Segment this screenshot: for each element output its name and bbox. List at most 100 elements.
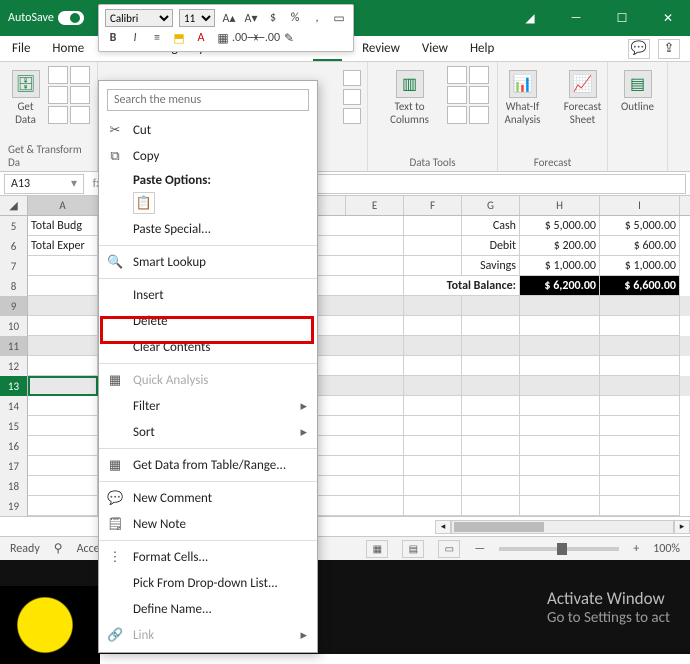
name-box[interactable]: A13▾ xyxy=(4,174,84,194)
row-header[interactable]: 10 xyxy=(0,316,28,336)
menu-pick-from-list[interactable]: Pick From Drop-down List... xyxy=(99,570,317,596)
cell[interactable]: $ 5,000.00 xyxy=(520,216,600,236)
view-page-break-icon[interactable]: ▭ xyxy=(438,540,460,558)
scroll-right-button[interactable]: ▸ xyxy=(674,520,690,534)
menu-sort[interactable]: Sort▸ xyxy=(99,419,317,445)
cell[interactable]: Savings xyxy=(462,256,520,276)
increase-font-icon[interactable]: A▴ xyxy=(221,10,237,26)
get-transform-small-buttons[interactable] xyxy=(48,66,90,130)
paste-icon[interactable]: 📋 xyxy=(133,192,155,214)
cell[interactable] xyxy=(462,496,520,516)
cell[interactable] xyxy=(600,476,680,496)
cell[interactable] xyxy=(404,396,462,416)
menu-new-comment[interactable]: 💬New Comment xyxy=(99,485,317,511)
cell[interactable]: $ 5,000.00 xyxy=(600,216,680,236)
comments-button[interactable]: 💬 xyxy=(628,39,650,59)
font-size-select[interactable]: 11 xyxy=(179,9,215,27)
cell[interactable] xyxy=(520,376,600,396)
row-header[interactable]: 14 xyxy=(0,396,28,416)
cell[interactable] xyxy=(462,456,520,476)
percent-format-icon[interactable]: % xyxy=(287,10,303,26)
cell[interactable] xyxy=(520,296,600,316)
row-header[interactable]: 12 xyxy=(0,356,28,376)
cell[interactable] xyxy=(28,416,98,436)
zoom-out-button[interactable]: — xyxy=(474,542,485,556)
menu-format-cells[interactable]: ⋮Format Cells... xyxy=(99,544,317,570)
cell[interactable] xyxy=(520,476,600,496)
cell[interactable] xyxy=(346,336,404,356)
cell[interactable] xyxy=(404,216,462,236)
cell[interactable] xyxy=(462,416,520,436)
cell[interactable] xyxy=(404,316,462,336)
menu-filter[interactable]: Filter▸ xyxy=(99,393,317,419)
borders-icon[interactable]: ▦ xyxy=(215,30,231,46)
sort-icon[interactable] xyxy=(343,70,361,86)
accessibility-icon[interactable]: ⚲ xyxy=(54,541,63,556)
row-header[interactable]: 6 xyxy=(0,236,28,256)
cell[interactable] xyxy=(404,376,462,396)
cell[interactable] xyxy=(404,296,462,316)
cell[interactable] xyxy=(404,256,462,276)
cell[interactable] xyxy=(404,336,462,356)
cell[interactable] xyxy=(346,456,404,476)
cell[interactable] xyxy=(28,436,98,456)
cell[interactable]: $ 6,200.00 xyxy=(520,276,600,296)
cell[interactable] xyxy=(28,496,98,516)
font-color-icon[interactable]: A xyxy=(193,30,209,46)
cell[interactable] xyxy=(346,376,404,396)
cell[interactable] xyxy=(346,276,404,296)
cell[interactable]: Debit xyxy=(462,236,520,256)
share-button[interactable]: ⇪ xyxy=(658,39,680,59)
data-tools-small-buttons[interactable] xyxy=(447,66,489,130)
tab-view[interactable]: View xyxy=(420,37,450,60)
cell[interactable] xyxy=(28,356,98,376)
cell[interactable] xyxy=(520,456,600,476)
cell[interactable]: Cash xyxy=(462,216,520,236)
accounting-format-icon[interactable]: $ xyxy=(265,10,281,26)
menu-insert[interactable]: Insert xyxy=(99,282,317,308)
zoom-slider[interactable] xyxy=(499,547,619,551)
decrease-font-icon[interactable]: A▾ xyxy=(243,10,259,26)
cell[interactable] xyxy=(600,396,680,416)
cell[interactable] xyxy=(600,496,680,516)
cell[interactable] xyxy=(404,236,462,256)
cell[interactable] xyxy=(28,336,98,356)
cell[interactable] xyxy=(404,356,462,376)
cell[interactable] xyxy=(404,456,462,476)
cell[interactable] xyxy=(28,376,98,396)
row-header[interactable]: 5 xyxy=(0,216,28,236)
cell[interactable] xyxy=(28,276,98,296)
cell[interactable] xyxy=(28,256,98,276)
autosave-toggle[interactable]: AutoSave xyxy=(8,11,84,25)
text-to-columns-button[interactable]: ▥ Text to Columns xyxy=(376,66,443,130)
cell[interactable] xyxy=(600,376,680,396)
cell[interactable] xyxy=(462,476,520,496)
ribbon-display-icon[interactable]: ◢ xyxy=(516,4,544,32)
col-header-f[interactable]: F xyxy=(404,196,462,215)
scroll-left-button[interactable]: ◂ xyxy=(435,520,451,534)
menu-copy[interactable]: ⧉Copy xyxy=(99,143,317,169)
outline-button[interactable]: ▤ Outline xyxy=(617,66,658,117)
col-header-h[interactable]: H xyxy=(520,196,600,215)
zoom-level[interactable]: 100% xyxy=(653,542,680,556)
cell[interactable] xyxy=(404,496,462,516)
menu-delete[interactable]: Delete xyxy=(99,308,317,334)
italic-icon[interactable]: I xyxy=(127,30,143,46)
row-header[interactable]: 13 xyxy=(0,376,28,396)
cell[interactable]: $ 6,600.00 xyxy=(600,276,680,296)
view-normal-icon[interactable]: ▦ xyxy=(366,540,388,558)
cell[interactable] xyxy=(520,416,600,436)
col-header-g[interactable]: G xyxy=(462,196,520,215)
cell[interactable] xyxy=(462,296,520,316)
cell[interactable] xyxy=(462,436,520,456)
cell[interactable] xyxy=(600,356,680,376)
tab-file[interactable]: File xyxy=(10,37,32,60)
cell[interactable] xyxy=(462,396,520,416)
row-header[interactable]: 18 xyxy=(0,476,28,496)
cell[interactable] xyxy=(346,356,404,376)
cell[interactable] xyxy=(346,416,404,436)
cell[interactable] xyxy=(462,316,520,336)
menu-search-input[interactable] xyxy=(107,89,309,111)
increase-decimal-icon[interactable]: .00→ xyxy=(237,30,253,46)
maximize-icon[interactable]: ☐ xyxy=(608,4,636,32)
